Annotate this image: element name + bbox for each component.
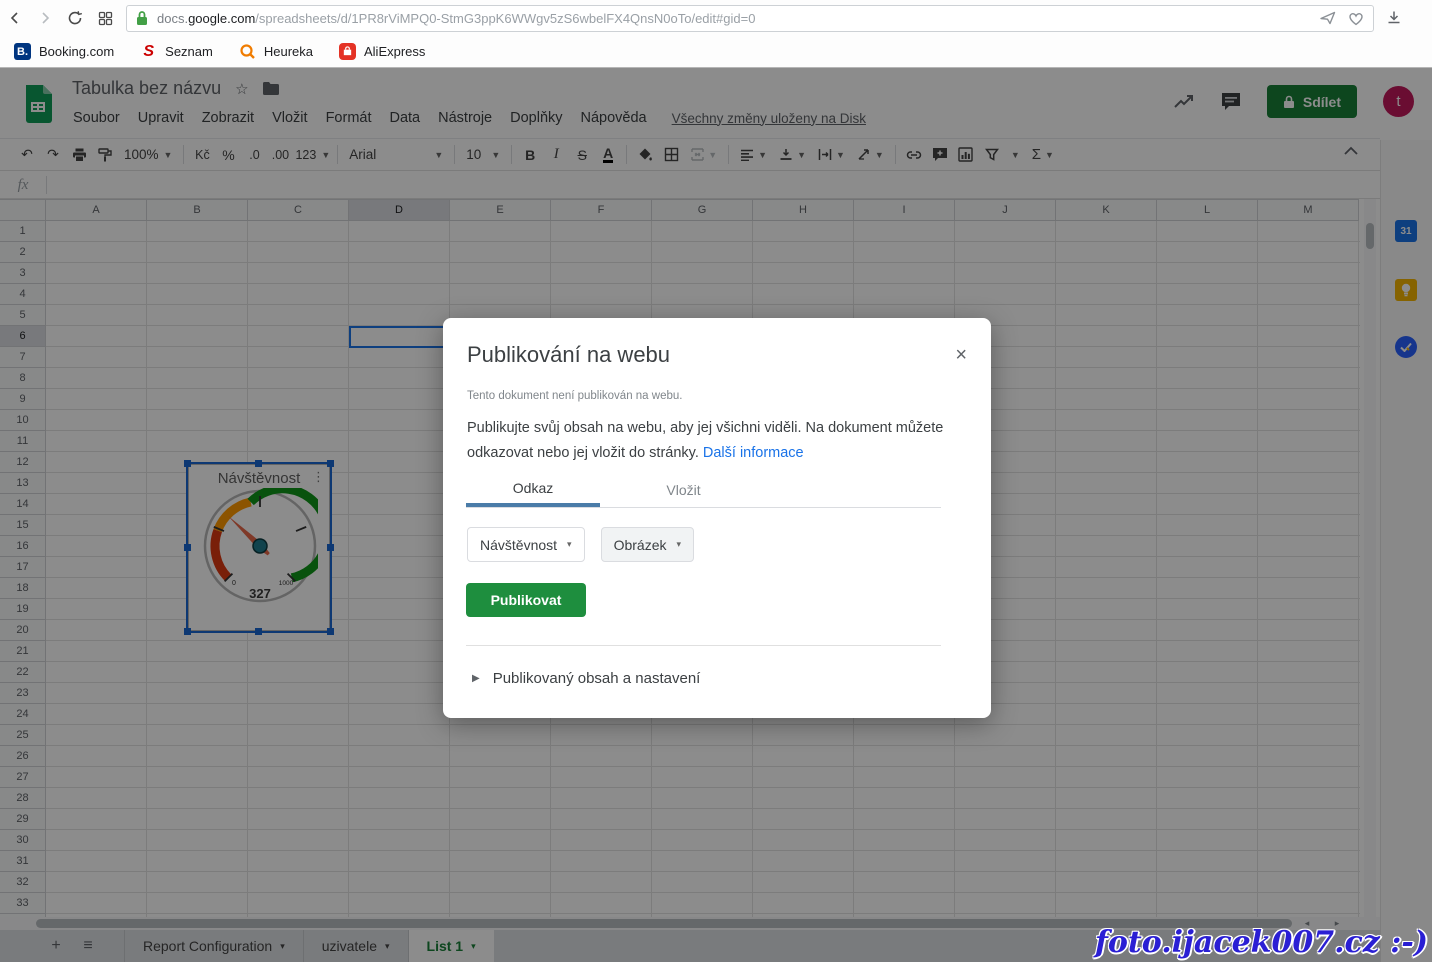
dialog-divider (466, 645, 941, 646)
bookmarks-bar: B. Booking.com S Seznam Heureka AliExpre… (0, 36, 1432, 67)
heureka-icon (239, 43, 256, 60)
publish-status-text: Tento dokument není publikován na webu. (467, 390, 683, 402)
flow-share-icon[interactable] (1319, 10, 1337, 26)
dialog-title: Publikování na webu (467, 342, 671, 367)
sheets-page: Tabulka bez názvu ☆ Soubor Upravit Zobra… (0, 68, 1432, 962)
bookmark-label: Booking.com (39, 44, 115, 59)
reload-icon[interactable] (60, 4, 90, 32)
aliexpress-icon (339, 43, 356, 60)
url-bar[interactable]: docs.google.com/spreadsheets/d/1PR8rViMP… (126, 4, 1374, 32)
publish-button[interactable]: Publikovat (466, 583, 586, 617)
more-info-link[interactable]: Další informace (703, 445, 804, 461)
dialog-tabs: Odkaz Vložit (466, 473, 941, 508)
publish-dialog: Publikování na webu × Tento dokument nen… (443, 318, 991, 718)
watermark: foto.ijacek007.cz :-) (1094, 925, 1428, 960)
bookmark-label: AliExpress (364, 44, 426, 59)
dialog-body-text: Publikujte svůj obsah na webu, aby jej v… (467, 416, 947, 466)
expander-arrow-icon: ▶ (472, 673, 480, 684)
bookmark-aliexpress[interactable]: AliExpress (339, 43, 425, 60)
content-select-value: Návštěvnost (480, 536, 558, 553)
browser-chrome: docs.google.com/spreadsheets/d/1PR8rViMP… (0, 0, 1432, 68)
speed-dial-icon[interactable] (90, 4, 120, 32)
published-content-expander[interactable]: ▶ Publikovaný obsah a nastavení (472, 670, 700, 687)
tab-vlozit[interactable]: Vložit (600, 473, 767, 507)
content-select[interactable]: Návštěvnost ▾ (467, 527, 585, 562)
screen: docs.google.com/spreadsheets/d/1PR8rViMP… (0, 0, 1432, 962)
bookmark-seznam[interactable]: S Seznam (140, 43, 213, 60)
chevron-down-icon: ▾ (567, 539, 572, 549)
booking-icon: B. (14, 43, 31, 60)
back-icon[interactable] (0, 4, 30, 32)
chevron-down-icon: ▾ (676, 539, 682, 549)
bookmark-label: Heureka (263, 44, 313, 59)
forward-icon[interactable] (30, 4, 60, 32)
bookmark-label: Seznam (165, 44, 213, 59)
heart-bookmark-icon[interactable] (1347, 10, 1365, 26)
bookmark-heureka[interactable]: Heureka (239, 43, 313, 60)
download-icon[interactable] (1386, 10, 1402, 26)
expander-label: Publikovaný obsah a nastavení (492, 670, 701, 687)
close-icon[interactable]: × (955, 344, 967, 367)
address-bar-row: docs.google.com/spreadsheets/d/1PR8rViMP… (0, 0, 1432, 36)
bookmark-booking[interactable]: B. Booking.com (14, 43, 114, 60)
seznam-icon: S (143, 42, 154, 60)
format-select-value: Obrázek (613, 536, 667, 553)
url-text: docs.google.com/spreadsheets/d/1PR8rViMP… (157, 10, 756, 26)
format-select[interactable]: Obrázek ▾ (600, 527, 695, 562)
tab-odkaz[interactable]: Odkaz (466, 473, 600, 507)
lock-icon (135, 10, 149, 26)
